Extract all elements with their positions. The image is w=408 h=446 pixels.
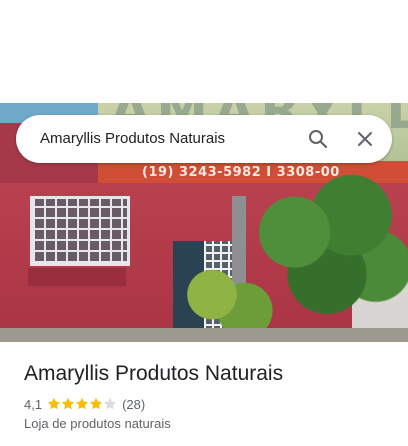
star-icon xyxy=(62,397,75,410)
photo-window xyxy=(30,196,130,266)
place-title: Amaryllis Produtos Naturais xyxy=(24,362,284,385)
star-icon xyxy=(104,397,117,410)
search-icon[interactable] xyxy=(306,127,330,151)
rating-stars xyxy=(47,397,117,411)
review-count[interactable]: (28) xyxy=(122,397,145,412)
star-icon xyxy=(76,397,89,410)
place-category: Loja de produtos naturais xyxy=(24,416,171,431)
close-icon[interactable] xyxy=(353,127,377,151)
photo-sidewalk xyxy=(0,328,408,342)
search-input[interactable]: Amaryllis Produtos Naturais xyxy=(40,115,225,163)
place-page: AMARYLLIS (19) 3243-5982 I 3308-00 Amary… xyxy=(0,0,408,446)
photo-window-sill xyxy=(28,268,126,286)
rating-row[interactable]: 4,1 (28) xyxy=(24,395,145,413)
star-icon xyxy=(90,397,103,410)
rating-value: 4,1 xyxy=(24,396,43,412)
search-bar[interactable]: Amaryllis Produtos Naturais xyxy=(16,115,392,163)
star-icon xyxy=(48,397,61,410)
